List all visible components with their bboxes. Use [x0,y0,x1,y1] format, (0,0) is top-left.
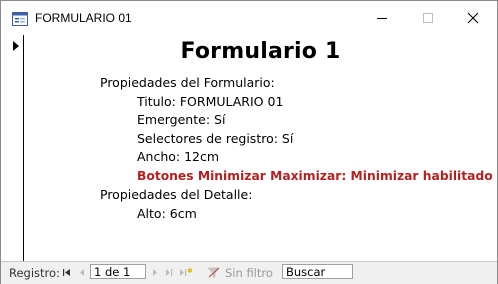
record-label: Registro: [9,266,60,280]
minimize-button[interactable] [359,1,405,35]
window-title: FORMULARIO 01 [35,11,132,25]
record-selector[interactable] [1,35,24,261]
filter-icon [206,265,220,279]
search-input[interactable]: Buscar [282,264,353,279]
previous-record-icon[interactable] [75,265,89,279]
filter-status[interactable]: Sin filtro [225,266,273,280]
height-property: Alto: 6cm [137,206,197,221]
current-record-field[interactable]: 1 de 1 [90,264,146,279]
title-property: Titulo: FORMULARIO 01 [137,94,284,109]
maximize-button[interactable] [405,1,451,35]
title-bar[interactable]: FORMULARIO 01 [1,1,497,35]
form-icon [12,12,28,26]
last-record-icon[interactable] [162,265,176,279]
minimize-icon [377,18,387,19]
close-icon [467,12,479,24]
form-detail: Formulario 1 Propiedades del Formulario:… [24,35,497,261]
record-navigation-bar: Registro: 1 de 1 ✱ Sin filtro Buscar [1,261,497,284]
new-record-icon[interactable]: ✱ [178,265,193,279]
width-property: Ancho: 12cm [137,149,220,164]
popup-property: Emergente: Sí [137,112,226,127]
svg-text:✱: ✱ [187,267,193,275]
min-max-buttons-property: Botones Minimizar Maximizar: Minimizar h… [137,169,493,183]
first-record-icon[interactable] [60,265,74,279]
maximize-icon [423,13,433,23]
form-heading: Formulario 1 [180,39,341,64]
detail-properties-heading: Propiedades del Detalle: [100,187,253,202]
record-selectors-property: Selectores de registro: Sí [137,131,294,146]
current-record-arrow-icon [13,41,19,51]
next-record-icon[interactable] [148,265,162,279]
close-button[interactable] [451,1,497,35]
form-window: FORMULARIO 01 Formulario 1 Propiedades d… [0,0,498,284]
form-properties-heading: Propiedades del Formulario: [100,75,275,90]
